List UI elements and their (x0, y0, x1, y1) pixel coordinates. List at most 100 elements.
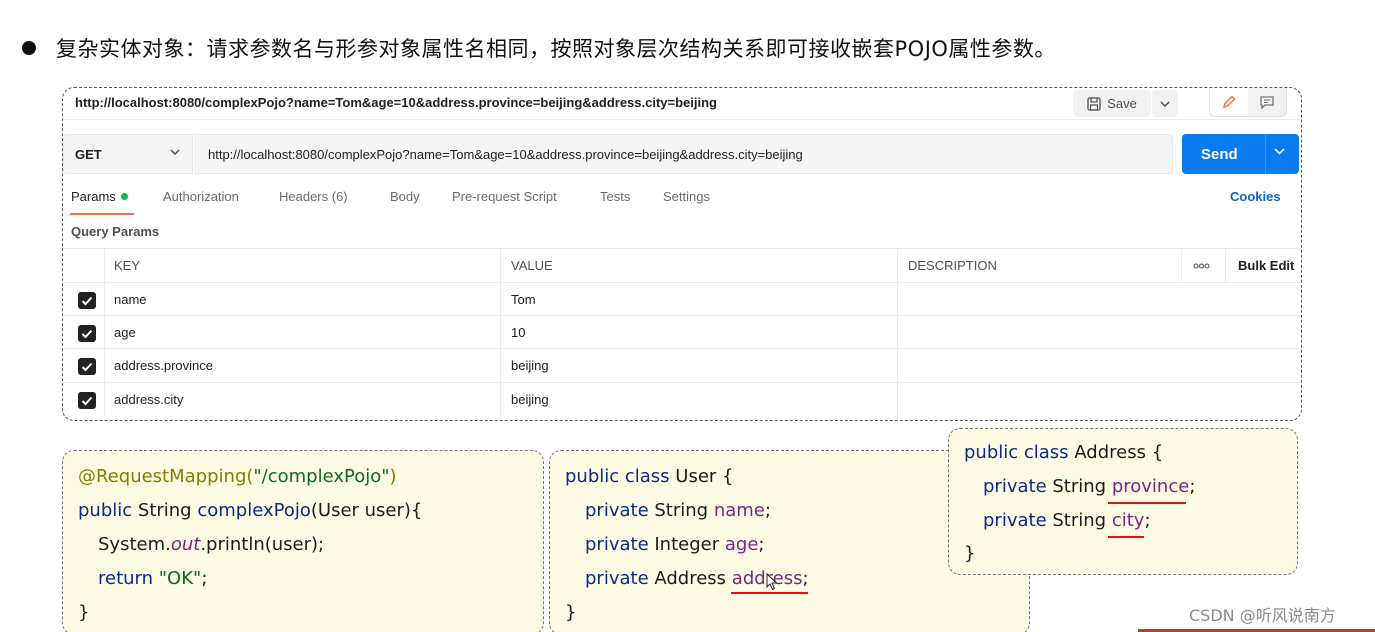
keyword-token: private (585, 568, 649, 589)
field-token: name (713, 500, 765, 521)
table-row: address.city beijing (63, 382, 1301, 416)
class-decl-token: User { (669, 466, 734, 487)
field-token: city (1111, 510, 1145, 531)
keyword-token: public class (964, 442, 1069, 463)
checkmark-icon (81, 362, 93, 371)
cookies-link[interactable]: Cookies (1230, 189, 1281, 204)
checkmark-icon (81, 329, 93, 338)
query-params-title: Query Params (71, 224, 160, 239)
send-button[interactable]: Send (1182, 134, 1299, 174)
tab-body[interactable]: Body (390, 189, 420, 204)
class-token: System. (98, 534, 171, 555)
param-value[interactable]: beijing (501, 383, 549, 416)
code-line: private Integer age; (585, 534, 764, 555)
code-line: @RequestMapping("/complexPojo") (78, 466, 397, 487)
bulk-edit-button[interactable]: Bulk Edit (1238, 258, 1294, 273)
comments-button[interactable] (1248, 88, 1286, 116)
chevron-down-icon[interactable] (1274, 148, 1285, 155)
type-token: String (1046, 476, 1112, 497)
keyword-token: return (98, 568, 154, 589)
string-token: "/complexPojo" (253, 466, 390, 487)
column-divider (1181, 248, 1182, 282)
request-url-input[interactable]: http://localhost:8080/complexPojo?name=T… (194, 134, 1173, 174)
punct-token: ; (201, 568, 208, 589)
method-name-token: complexPojo (197, 500, 311, 521)
param-key[interactable]: address.city (104, 383, 183, 416)
send-label: Send (1201, 145, 1238, 163)
tab-params-label: Params (71, 189, 116, 204)
more-options-icon[interactable] (1193, 263, 1210, 269)
brace-token: } (565, 602, 577, 623)
row-checkbox[interactable] (78, 292, 96, 309)
code-line: public class User { (565, 466, 734, 487)
keyword-token: private (585, 534, 649, 555)
table-row: age 10 (63, 315, 1301, 349)
code-line: private String city; (983, 510, 1151, 531)
params-active-dot (120, 193, 128, 200)
type-token: String (132, 500, 198, 521)
column-header-value: VALUE (511, 258, 553, 273)
param-value[interactable]: Tom (501, 283, 536, 316)
edit-button[interactable] (1210, 88, 1248, 116)
string-token: "OK" (158, 568, 202, 589)
table-row: address.province beijing (63, 348, 1301, 382)
row-checkbox[interactable] (78, 325, 96, 342)
brace-token: } (78, 602, 90, 623)
tab-headers[interactable]: Headers (6) (279, 189, 348, 204)
keyword-token: private (983, 476, 1047, 497)
type-token: String (1046, 510, 1112, 531)
code-line: return "OK"; (98, 568, 207, 589)
code-line: } (78, 602, 89, 623)
controller-code-box: @RequestMapping("/complexPojo") public S… (62, 450, 544, 632)
tab-pre-request-script[interactable]: Pre-request Script (452, 189, 557, 204)
punct-token: ; (802, 568, 809, 589)
checkmark-icon (81, 296, 93, 305)
tab-settings[interactable]: Settings (663, 189, 710, 204)
punct-token: ; (758, 534, 765, 555)
row-checkbox[interactable] (78, 392, 96, 409)
params-token: (User user){ (310, 500, 423, 521)
type-token: String (648, 500, 714, 521)
province-underline (1108, 502, 1186, 504)
tab-params[interactable]: Params (71, 189, 128, 204)
tab-authorization[interactable]: Authorization (163, 189, 239, 204)
annotation-token: ) (389, 466, 397, 487)
active-tab-underline (70, 213, 134, 215)
param-key[interactable]: name (104, 283, 147, 316)
keyword-token: public (78, 500, 133, 521)
param-key[interactable]: address.province (104, 349, 213, 382)
call-token: .println(user); (200, 534, 325, 555)
type-token: Address (648, 568, 732, 589)
bullet-dot-icon (22, 41, 36, 55)
field-token: province (1111, 476, 1190, 497)
http-method-select[interactable]: GET (63, 134, 193, 174)
city-underline (1108, 536, 1144, 538)
tab-tests[interactable]: Tests (600, 189, 630, 204)
save-label: Save (1107, 96, 1137, 111)
request-tab-bar: http://localhost:8080/complexPojo?name=T… (63, 88, 1301, 120)
chevron-down-icon (1160, 100, 1170, 107)
send-divider (1265, 134, 1266, 174)
column-header-key: KEY (114, 258, 141, 273)
address-underline (731, 592, 808, 594)
param-key[interactable]: age (104, 316, 136, 349)
mouse-cursor-icon (766, 573, 778, 591)
punct-token: ; (1189, 476, 1196, 497)
code-line: } (565, 602, 576, 623)
save-options-button[interactable] (1152, 90, 1178, 117)
slide-headline: 复杂实体对象：请求参数名与形参对象属性名相同，按照对象层次结构关系即可接收嵌套P… (22, 30, 1056, 66)
column-header-description: DESCRIPTION (908, 258, 997, 273)
keyword-token: public class (565, 466, 670, 487)
pencil-icon (1222, 95, 1236, 109)
param-value[interactable]: beijing (501, 349, 549, 382)
save-button[interactable]: Save (1073, 90, 1151, 117)
code-line: private String name; (585, 500, 771, 521)
request-tab-title[interactable]: http://localhost:8080/complexPojo?name=T… (75, 95, 717, 110)
row-checkbox[interactable] (78, 358, 96, 375)
code-line: } (964, 543, 975, 564)
code-line: public String complexPojo(User user){ (78, 500, 422, 521)
field-token: age (724, 534, 759, 555)
code-line: public class Address { (964, 442, 1163, 463)
param-value[interactable]: 10 (501, 316, 525, 349)
watermark-text: CSDN @听风说南方 (1189, 606, 1336, 625)
